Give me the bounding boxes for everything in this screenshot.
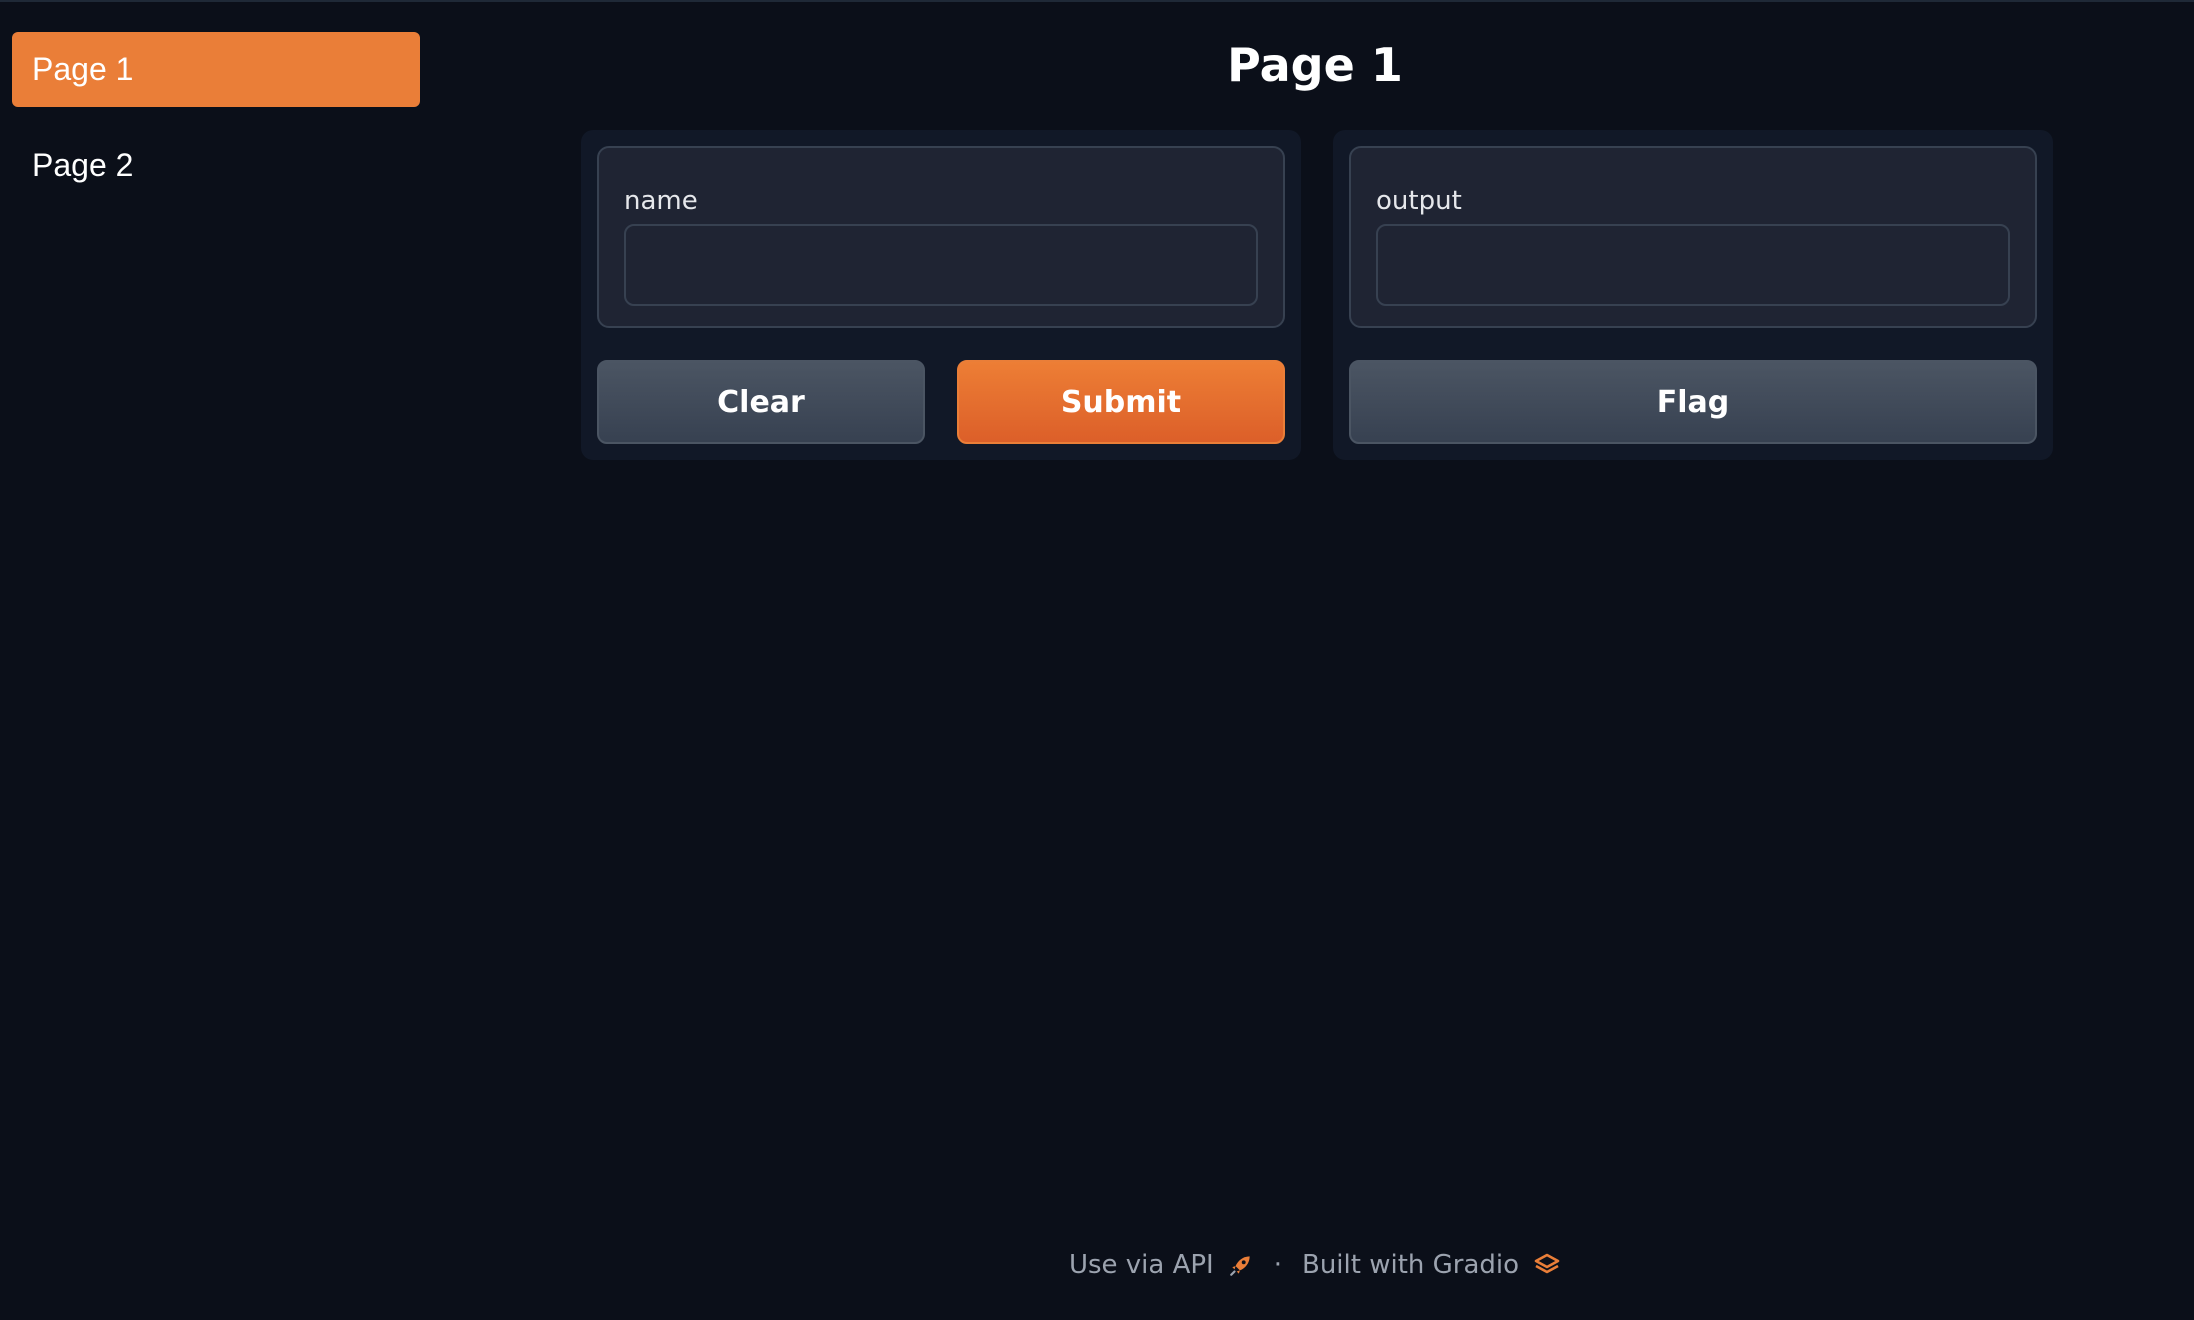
built-with-gradio-link[interactable]: Built with Gradio xyxy=(1302,1250,1561,1280)
name-label: name xyxy=(624,186,698,216)
rocket-icon xyxy=(1229,1256,1250,1276)
footer-separator: · xyxy=(1273,1250,1282,1280)
output-field[interactable] xyxy=(1376,224,2010,306)
built-with-label: Built with Gradio xyxy=(1301,1250,1520,1280)
name-textbox-block: name xyxy=(597,146,1285,328)
clear-button[interactable]: Clear xyxy=(597,360,925,444)
top-border xyxy=(0,0,2194,2)
use-via-api-link[interactable]: Use via API xyxy=(1069,1250,1254,1280)
footer: Use via API · Built with Gradio xyxy=(0,1250,2194,1280)
sidebar-item-page-2[interactable]: Page 2 xyxy=(12,128,420,203)
gradio-logo-icon xyxy=(1534,1253,1560,1274)
output-panel: output Flag xyxy=(1333,130,2053,460)
submit-button[interactable]: Submit xyxy=(957,360,1285,444)
flag-button[interactable]: Flag xyxy=(1349,360,2037,444)
input-panel: name Clear Submit xyxy=(581,130,1301,460)
name-input[interactable] xyxy=(624,224,1258,306)
output-label: output xyxy=(1376,186,1462,216)
sidebar-item-label: Page 2 xyxy=(32,147,134,183)
api-link-label: Use via API xyxy=(1068,1250,1214,1280)
page-title: Page 1 xyxy=(1227,38,1403,92)
output-textbox-block: output xyxy=(1349,146,2037,328)
